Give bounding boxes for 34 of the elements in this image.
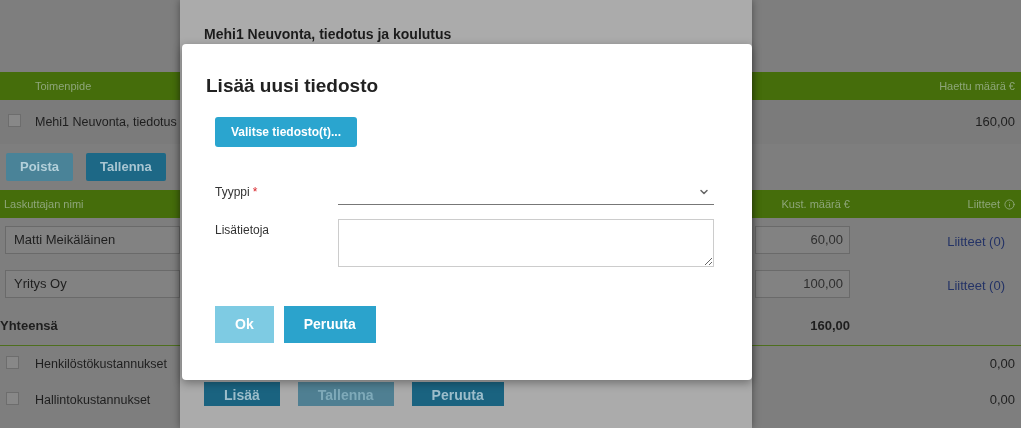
choose-files-button[interactable]: Valitse tiedosto(t)... bbox=[215, 116, 357, 147]
field-label: Lisätietoja bbox=[215, 221, 270, 239]
category-name: Henkilöstökustannukset bbox=[35, 355, 168, 373]
attachments-link[interactable]: Liitteet (0) bbox=[947, 226, 1021, 252]
amount-cell-text: 160,00 bbox=[975, 113, 1016, 132]
name-field[interactable]: Yritys Oy bbox=[5, 270, 180, 298]
amount-cell-text: 0,00 bbox=[989, 355, 1016, 374]
dialog-button[interactable]: Peruuta bbox=[411, 382, 504, 406]
column-header: Kust. määrä € bbox=[780, 196, 850, 212]
column-header: Haettu määrä € bbox=[939, 78, 1016, 94]
column-header: Liitteet bbox=[967, 196, 1000, 212]
notes-field[interactable] bbox=[338, 218, 714, 267]
dialog-title: Mehi1 Neuvonta, tiedotus ja koulutus bbox=[204, 25, 452, 44]
info-icon[interactable] bbox=[1004, 198, 1015, 210]
dialog-button[interactable]: Peruuta bbox=[283, 305, 376, 343]
amount-cell-text: 0,00 bbox=[989, 391, 1016, 410]
attachments-link[interactable]: Liitteet (0) bbox=[947, 270, 1021, 296]
column-header: Laskuttajan nimi bbox=[3, 196, 84, 212]
amount-field[interactable]: 60,00 bbox=[755, 226, 850, 254]
dialog-button[interactable]: Lisää bbox=[204, 382, 280, 406]
amount-field[interactable]: 100,00 bbox=[755, 270, 850, 298]
column-header: Toimenpide bbox=[34, 78, 92, 94]
total-amount: 160,00 bbox=[809, 316, 850, 335]
name-field[interactable]: Matti Meikäläinen bbox=[5, 226, 180, 254]
dialog-title: Lisää uusi tiedosto bbox=[206, 74, 380, 98]
checkbox[interactable] bbox=[8, 114, 21, 127]
checkbox[interactable] bbox=[6, 392, 19, 405]
action-button[interactable]: Tallenna bbox=[86, 153, 166, 181]
total-label: Yhteensä bbox=[0, 316, 58, 335]
measure-name: Mehi1 Neuvonta, tiedotus bbox=[35, 113, 177, 131]
checkbox[interactable] bbox=[6, 356, 19, 369]
field-label: Tyyppi bbox=[215, 183, 250, 201]
required-mark: * bbox=[252, 183, 258, 201]
category-name: Hallintokustannukset bbox=[35, 391, 151, 409]
